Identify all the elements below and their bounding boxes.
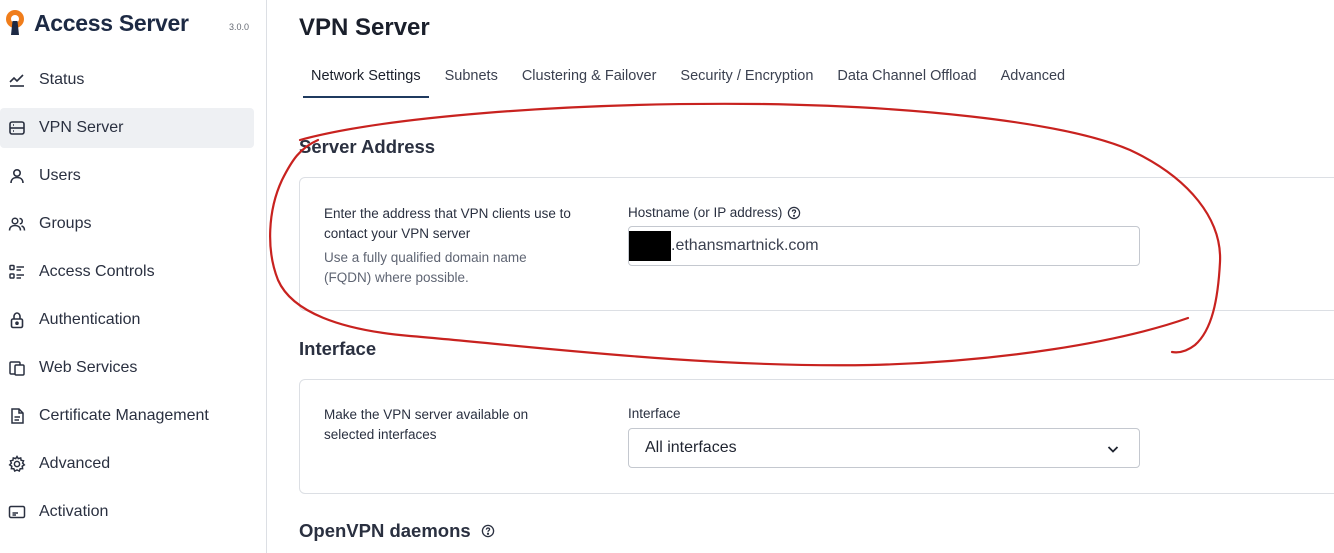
app-version: 3.0.0	[229, 22, 250, 32]
sidebar-item-label: Advanced	[39, 455, 111, 472]
sidebar-item-label: Groups	[39, 215, 92, 232]
sidebar-item-users[interactable]: Users	[0, 156, 254, 196]
sidebar-item-activation[interactable]: Activation	[0, 492, 254, 532]
redaction-box	[629, 231, 671, 261]
sidebar-item-label: Access Controls	[39, 263, 155, 280]
tab-clustering-failover[interactable]: Clustering & Failover	[514, 62, 665, 98]
sidebar-item-label: Web Services	[39, 359, 138, 376]
sidebar-item-access-controls[interactable]: Access Controls	[0, 252, 254, 292]
hostname-label-text: Hostname (or IP address)	[628, 205, 783, 220]
page-title: VPN Server	[299, 14, 430, 41]
openvpn-daemons-title: OpenVPN daemons	[299, 520, 471, 541]
document-icon	[8, 407, 26, 425]
interface-label: Interface	[628, 406, 681, 421]
section-title-interface: Interface	[299, 338, 377, 359]
sidebar-item-vpn-server[interactable]: VPN Server	[0, 108, 254, 148]
section-title-openvpn-daemons: OpenVPN daemons	[299, 520, 495, 542]
server-address-description: Enter the address that VPN clients use t…	[324, 204, 574, 288]
chevron-down-icon	[1107, 446, 1119, 453]
hostname-label: Hostname (or IP address)	[628, 205, 801, 220]
sidebar-item-authentication[interactable]: Authentication	[0, 300, 254, 340]
sidebar-item-certificate-management[interactable]: Certificate Management	[0, 396, 254, 436]
sidebar: Access Server 3.0.0 Status VPN Server Us…	[0, 0, 267, 553]
user-icon	[8, 167, 26, 185]
sidebar-item-label: Users	[39, 167, 81, 184]
server-address-desc-text: Enter the address that VPN clients use t…	[324, 206, 571, 241]
sidebar-item-label: Status	[39, 71, 85, 88]
sidebar-item-advanced[interactable]: Advanced	[0, 444, 254, 484]
main-content: VPN Server Network Settings Subnets Clus…	[267, 0, 1334, 553]
sidebar-nav: Status VPN Server Users Groups Access Co…	[0, 60, 267, 540]
tab-subnets[interactable]: Subnets	[437, 62, 506, 98]
server-icon	[8, 119, 26, 137]
interface-selected-value: All interfaces	[645, 439, 737, 456]
server-address-card: Enter the address that VPN clients use t…	[299, 177, 1334, 311]
sidebar-item-label: VPN Server	[39, 119, 124, 136]
help-circle-icon[interactable]	[787, 206, 801, 220]
interface-card: Make the VPN server available on selecte…	[299, 379, 1334, 494]
copy-window-icon	[8, 359, 26, 377]
tab-security-encryption[interactable]: Security / Encryption	[672, 62, 821, 98]
tab-network-settings[interactable]: Network Settings	[303, 62, 429, 98]
sidebar-item-label: Certificate Management	[39, 407, 209, 424]
openvpn-logo-icon	[6, 10, 24, 35]
chart-line-icon	[8, 71, 26, 89]
sidebar-item-web-services[interactable]: Web Services	[0, 348, 254, 388]
card-icon	[8, 503, 26, 521]
help-circle-icon[interactable]	[481, 524, 495, 538]
app-name: Access Server	[34, 9, 189, 36]
tab-bar: Network Settings Subnets Clustering & Fa…	[303, 62, 1081, 98]
tab-data-channel-offload[interactable]: Data Channel Offload	[829, 62, 984, 98]
brand[interactable]: Access Server	[4, 8, 189, 38]
section-title-server-address: Server Address	[299, 136, 436, 157]
hostname-input[interactable]: .ethansmartnick.com	[628, 226, 1140, 266]
lock-icon	[8, 311, 26, 329]
tab-advanced[interactable]: Advanced	[993, 62, 1074, 98]
sidebar-item-label: Activation	[39, 503, 109, 520]
sidebar-item-groups[interactable]: Groups	[0, 204, 254, 244]
sidebar-item-status[interactable]: Status	[0, 60, 254, 100]
sidebar-item-label: Authentication	[39, 311, 141, 328]
hostname-value: .ethansmartnick.com	[671, 237, 819, 254]
list-check-icon	[8, 263, 26, 281]
server-address-hint: Use a fully qualified domain name (FQDN)…	[324, 250, 527, 285]
interface-select[interactable]: All interfaces	[628, 428, 1140, 468]
users-icon	[8, 215, 26, 233]
gear-icon	[8, 455, 26, 473]
interface-description: Make the VPN server available on selecte…	[324, 407, 529, 442]
